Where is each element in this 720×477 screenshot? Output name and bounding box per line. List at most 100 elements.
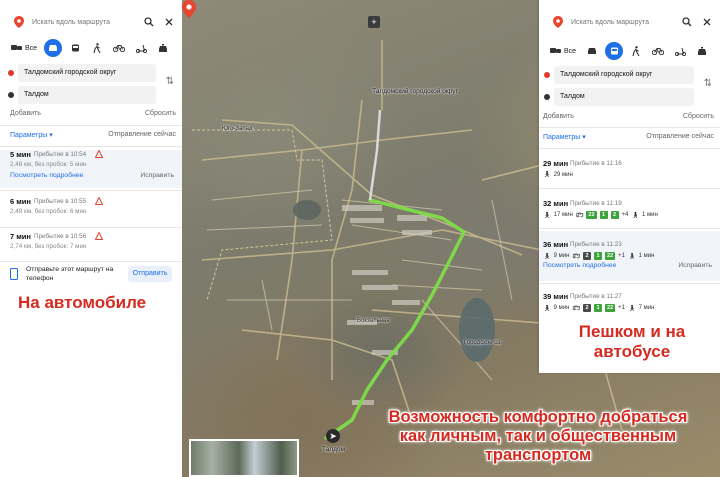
swap-icon[interactable]: ⇅ [704, 78, 712, 89]
destination-dot-icon [8, 92, 14, 98]
location-pin-icon [553, 16, 563, 28]
departure-time[interactable]: Отправление сейчас [108, 131, 176, 143]
transit-route-option[interactable]: 39 мин Прибытие в 11:27 🚶︎ 9 мин 🚌︎ 2 1 … [539, 292, 720, 316]
extra-routes-count: +1 [618, 305, 626, 311]
transit-route-option[interactable]: 29 мин Прибытие в 11:16 🚶︎ 29 мин [539, 159, 720, 183]
traffic-warning-icon [95, 197, 103, 205]
car-route-option[interactable]: 5 мин Прибытие в 10:54 2,48 км, без проб… [0, 150, 182, 188]
scooter-icon [674, 47, 686, 56]
transit-route-option[interactable]: 32 мин Прибытие в 11:19 🚶︎ 17 мин 🚌︎ 22 … [539, 199, 720, 223]
destination-field[interactable]: Талдом [554, 88, 694, 106]
route-duration: 5 мин [10, 150, 31, 159]
send-to-phone-text: Отправьте этот маршрут на телефон [26, 266, 114, 282]
mode-scooter-tab[interactable] [669, 42, 691, 60]
route-legs: 🚶︎ 9 мин 🚌︎ 2 1 22 +1 🚶︎ 7 мин [543, 304, 654, 312]
destination-field[interactable]: Талдом [18, 86, 156, 104]
walk-icon: 🚶︎ [628, 305, 636, 312]
bottom-caption: Возможность комфортно добраться как личн… [388, 408, 688, 464]
route-points: Талдомский городской округ Талдом ⇅ [6, 62, 176, 108]
origin-field[interactable]: Талдомский городской округ [554, 66, 694, 84]
map-label-lake: Городское оз. [464, 340, 502, 346]
route-arrival: Прибытие в 11:23 [570, 241, 622, 248]
mode-car-tab[interactable] [581, 42, 603, 60]
route-duration: 39 мин [543, 292, 569, 301]
mode-walk-tab[interactable] [86, 39, 108, 57]
phone-icon [10, 268, 18, 280]
walk-duration: 9 мин [553, 305, 570, 311]
map-zoom-control[interactable]: + [368, 16, 380, 28]
route-legs: 🚶︎ 29 мин [543, 171, 573, 179]
reset-link[interactable]: Сбросить [683, 113, 714, 125]
mode-bus-tab[interactable] [64, 39, 86, 57]
bus-number-badge: 22 [586, 211, 597, 219]
close-icon[interactable] [700, 15, 714, 29]
walk-icon: 🚶︎ [543, 212, 551, 219]
mode-bike-tab[interactable] [108, 39, 130, 57]
bus-icon [610, 47, 618, 54]
mode-taxi-tab[interactable] [152, 39, 174, 57]
walk-icon: 🚶︎ [543, 305, 551, 312]
route-search-input[interactable] [32, 18, 136, 26]
walk-duration: 1 мин [641, 212, 658, 218]
send-to-phone-row: Отправьте этот маршрут на телефон Отправ… [10, 266, 176, 286]
send-button[interactable]: Отправить [128, 266, 172, 282]
bus-icon: 🚌︎ [572, 253, 581, 260]
route-params-row: Параметры ▾ Отправление сейчас [10, 131, 176, 143]
transit-route-option[interactable]: 36 мин Прибытие в 11:23 🚶︎ 9 мин 🚌︎ 2 1 … [539, 231, 720, 281]
search-icon[interactable] [142, 15, 156, 29]
mode-car-tab[interactable] [44, 39, 62, 57]
add-point-link[interactable]: Добавить [543, 113, 574, 125]
route-details: 2,48 км, без пробок: 5 мин [10, 161, 87, 168]
mode-bike-tab[interactable] [647, 42, 669, 60]
car-route-option[interactable]: 6 мин Прибытие в 10:55 2,49 км, без проб… [0, 197, 182, 225]
route-points: Талдомский городской округ Талдом ⇅ [542, 64, 714, 110]
walk-icon: 🚶︎ [543, 253, 551, 260]
route-arrival: Прибытие в 11:19 [570, 200, 622, 207]
params-label: Параметры [10, 132, 48, 139]
car-route-option[interactable]: 7 мин Прибытие в 10:56 2,74 км, без проб… [0, 232, 182, 260]
add-point-link[interactable]: Добавить [10, 110, 41, 122]
mode-all-label: Все [563, 47, 577, 55]
mode-taxi-tab[interactable] [691, 42, 713, 60]
bus-number-badge: 22 [605, 304, 616, 312]
bus-icon [71, 44, 79, 51]
route-arrival: Прибытие в 10:54 [34, 151, 87, 158]
origin-dot-icon [544, 72, 550, 78]
bus-number-badge: 1 [599, 211, 608, 219]
route-actions: Добавить Сбросить [543, 113, 714, 125]
mode-scooter-tab[interactable] [130, 39, 152, 57]
bus-number-badge: 2 [583, 252, 592, 260]
view-details-link[interactable]: Посмотреть подробнее [543, 262, 616, 269]
walk-icon: 🚶︎ [543, 172, 551, 178]
params-label: Параметры [543, 134, 581, 141]
all-modes-icon [549, 48, 561, 53]
mode-all-tab[interactable]: Все [6, 39, 42, 57]
view-details-link[interactable]: Посмотреть подробнее [10, 172, 83, 179]
map-label-station: Вокзальная [357, 318, 390, 324]
mode-bus-tab[interactable] [605, 42, 623, 60]
search-icon[interactable] [680, 15, 694, 29]
departure-time[interactable]: Отправление сейчас [646, 133, 714, 145]
params-dropdown[interactable]: Параметры ▾ [543, 133, 586, 145]
walk-duration: 29 мин [553, 171, 573, 178]
street-photo-preview[interactable] [189, 439, 299, 477]
params-dropdown[interactable]: Параметры ▾ [10, 131, 53, 143]
route-params-row: Параметры ▾ Отправление сейчас [543, 133, 714, 145]
walk-icon: 🚶︎ [631, 212, 639, 219]
reset-link[interactable]: Сбросить [145, 110, 176, 122]
divider [539, 188, 720, 189]
mode-walk-tab[interactable] [625, 42, 647, 60]
route-search-input[interactable] [571, 18, 674, 26]
walk-icon [632, 46, 640, 56]
close-icon[interactable] [162, 15, 176, 29]
edit-route-link[interactable]: Исправить [140, 172, 174, 179]
mode-all-tab[interactable]: Все [545, 42, 581, 60]
scooter-icon [135, 44, 147, 53]
bus-icon: 🚌︎ [572, 305, 581, 312]
edit-route-link[interactable]: Исправить [678, 262, 712, 269]
destination-pin-icon [182, 0, 196, 18]
bus-number-badge: 2 [610, 211, 619, 219]
origin-field[interactable]: Талдомский городской округ [18, 64, 156, 82]
divider [539, 127, 720, 128]
swap-icon[interactable]: ⇅ [166, 76, 174, 87]
